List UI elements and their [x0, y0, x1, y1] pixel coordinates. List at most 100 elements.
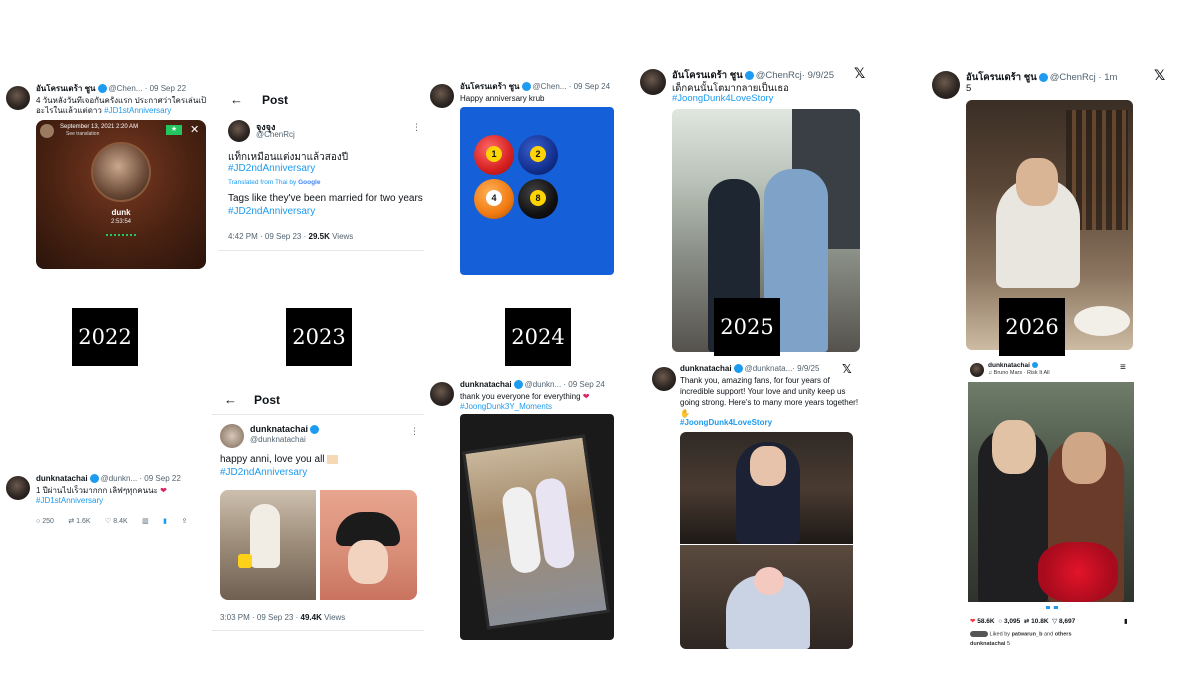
- face: [1016, 158, 1058, 206]
- selfie-photo-1[interactable]: [680, 432, 853, 544]
- selfie-photo-2[interactable]: [680, 545, 853, 649]
- avatar[interactable]: [430, 84, 454, 108]
- liked-avatars: [970, 631, 988, 637]
- comment-button[interactable]: ○: [998, 618, 1002, 625]
- handle: @dunkn...: [100, 474, 138, 483]
- tweet-actions: ○ 250 ⇄ 1.6K ♡ 8.4K ▥ ▮ ⇪: [36, 510, 210, 528]
- display-name[interactable]: อันโครนเดร้า ชูน: [36, 84, 96, 93]
- hashtag[interactable]: #JoongDunk4LoveStory: [672, 93, 773, 104]
- close-icon[interactable]: ✕: [190, 123, 199, 136]
- call-dots: [106, 234, 136, 236]
- x-logo-icon[interactable]: 𝕏: [842, 362, 852, 376]
- avatar[interactable]: [932, 71, 960, 99]
- year-label-2023: 2023: [286, 308, 352, 366]
- reply-button[interactable]: ○ 250: [36, 518, 54, 525]
- tweet-date: · 09 Sep 24: [563, 380, 605, 389]
- avatar[interactable]: [970, 363, 984, 377]
- translated-note: Translated from Thai by Google: [228, 179, 321, 186]
- verified-icon: [513, 380, 523, 390]
- tweet-header: อันโครนเดร้า ชูน @Chen... · 09 Sep 24: [460, 82, 626, 92]
- display-name[interactable]: dunknatachai: [250, 424, 321, 435]
- tweet-header: dunknatachai @dunkn... · 09 Sep 22: [36, 474, 210, 484]
- yellow-bag: [238, 554, 252, 568]
- repost-button[interactable]: ⇄: [1024, 618, 1029, 625]
- bookmark-icon[interactable]: ▮: [163, 517, 167, 525]
- hashtag[interactable]: #JD1stAnniversary: [104, 106, 171, 115]
- verified-icon: [521, 82, 531, 92]
- tweet-line: 4 วันหลังวันที่เจอกันครั้งแรก ประกาศว่าใ…: [36, 96, 206, 105]
- verified-icon: [97, 84, 107, 94]
- handle: @Chen...: [108, 84, 143, 93]
- x-logo-icon[interactable]: 𝕏: [1154, 68, 1165, 84]
- tweet-text: thank you everyone for everything ❤ #Joo…: [460, 392, 620, 412]
- display-name[interactable]: อันโครนเดร้า ชูน: [460, 82, 520, 91]
- hashtag[interactable]: #JoongDunk4LoveStory: [680, 418, 772, 427]
- retweet-button[interactable]: ⇄ 1.6K: [68, 517, 90, 525]
- avatar[interactable]: [228, 120, 250, 142]
- avatar[interactable]: [6, 86, 30, 110]
- share-button[interactable]: ▽: [1052, 618, 1057, 625]
- year-label-2026: 2026: [999, 298, 1065, 356]
- x-logo-icon[interactable]: 𝕏: [854, 66, 865, 82]
- handle: @ChenRcj: [755, 70, 802, 81]
- avatar[interactable]: [640, 69, 666, 95]
- back-arrow-icon[interactable]: ←: [224, 392, 237, 407]
- hashtag[interactable]: #JD2ndAnniversary: [228, 163, 315, 174]
- ig-photo[interactable]: [968, 382, 1134, 602]
- verified-icon: [744, 70, 754, 80]
- handle: @dunkn...: [524, 380, 562, 389]
- post-header: Post: [262, 93, 289, 107]
- display-name[interactable]: อันโครนเดร้า ชูน: [672, 70, 743, 81]
- ig-song[interactable]: ♫ Bruno Mars · Risk It All: [988, 370, 1050, 376]
- ig-caption: dunknatachai 5: [970, 641, 1011, 647]
- tweet-header: dunknatachai @dunknata...· 9/9/25: [680, 364, 819, 374]
- avatar[interactable]: [652, 367, 676, 391]
- call-screenshot[interactable]: September 13, 2021 2:20 AM See translati…: [36, 120, 206, 269]
- post-text: happy anni, love you all: [220, 454, 339, 465]
- translated-text: Tags like they've been married for two y…: [228, 193, 423, 217]
- hashtag[interactable]: #JD1stAnniversary: [36, 496, 210, 506]
- post-image-2[interactable]: [320, 490, 417, 600]
- avatar[interactable]: [220, 424, 244, 448]
- menu-icon[interactable]: ≡: [1120, 362, 1126, 373]
- liked-by: Liked by patwarun_b and others: [970, 631, 1072, 637]
- more-icon[interactable]: ⋮: [410, 426, 419, 437]
- avatar[interactable]: [430, 382, 454, 406]
- pool-balls-image[interactable]: 1 2 4 8: [460, 107, 614, 275]
- see-translation[interactable]: See translation: [66, 131, 99, 137]
- tweet-text: 4 วันหลังวันที่เจอกันครั้งแรก ประกาศว่าใ…: [36, 96, 206, 116]
- instagram-post-2026[interactable]: dunknatachai ♫ Bruno Mars · Risk It All …: [968, 360, 1136, 656]
- bookmark-icon[interactable]: ▮: [1124, 617, 1128, 625]
- tweet-text: 1 ปีผ่านไปเร็วมากกก เลิฟๆทุกคนนะ ❤ #JD1s…: [36, 486, 210, 506]
- hashtag[interactable]: #JD2ndAnniversary: [220, 467, 307, 478]
- post-header: Post: [254, 393, 281, 407]
- avatar[interactable]: [6, 476, 30, 500]
- verified-icon: [89, 474, 99, 484]
- display-name[interactable]: dunknatachai: [460, 380, 512, 389]
- stats-icon[interactable]: ▥: [142, 517, 149, 525]
- hashtag[interactable]: #JoongDunk3Y_Moments: [460, 402, 620, 412]
- verified-icon: [1031, 362, 1038, 369]
- more-icon[interactable]: ⋮: [412, 122, 421, 133]
- heart-sticker: [754, 567, 784, 595]
- display-name[interactable]: dunknatachai: [680, 364, 732, 373]
- display-name[interactable]: dunknatachai: [36, 474, 88, 483]
- ig-actions: ❤ 58.6K ○ 3,095 ⇄ 10.8K ▽ 8,697 ▮: [970, 617, 1128, 625]
- like-button[interactable]: ❤: [970, 618, 975, 625]
- post-image-1[interactable]: [220, 490, 316, 600]
- share-icon[interactable]: ⇪: [181, 517, 187, 525]
- camera-screen-image[interactable]: [460, 414, 614, 640]
- call-avatar: [91, 142, 151, 202]
- face: [750, 446, 786, 486]
- tweet-date: · 1m: [1098, 72, 1118, 83]
- hashtag[interactable]: #JD2ndAnniversary: [228, 206, 315, 217]
- back-arrow-icon[interactable]: ←: [230, 92, 243, 107]
- tweet-line: อะไรในแล้วแต่ดาว: [36, 106, 102, 115]
- person-figure: [250, 504, 280, 568]
- star-button[interactable]: ★: [166, 125, 182, 135]
- like-button[interactable]: ♡ 8.4K: [105, 517, 128, 525]
- camera-preview: [462, 434, 610, 630]
- handle: @dunknatachai: [250, 435, 306, 444]
- display-name[interactable]: อันโครนเดร้า ชูน: [966, 72, 1037, 83]
- face-right: [1062, 432, 1106, 484]
